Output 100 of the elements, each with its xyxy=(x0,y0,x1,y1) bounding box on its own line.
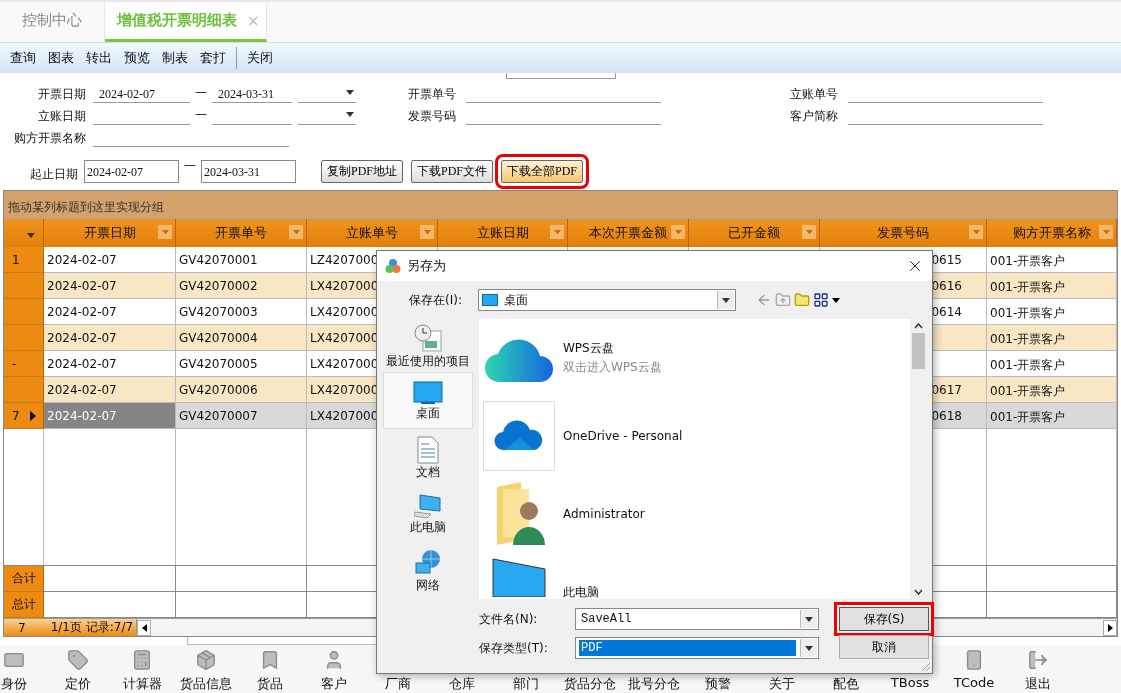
caret-icon xyxy=(292,229,300,235)
date-field[interactable]: 2024-02-07 xyxy=(84,160,179,183)
filter-button[interactable] xyxy=(671,225,685,239)
table-cell: GV42070005 xyxy=(176,351,307,377)
dock-item[interactable]: 货品信息 xyxy=(174,645,238,693)
caret-icon xyxy=(805,616,813,622)
splitter-handle[interactable] xyxy=(506,73,616,79)
up-folder-icon[interactable] xyxy=(775,292,791,308)
filter-button[interactable] xyxy=(420,225,434,239)
table-cell: 2024-02-07 xyxy=(44,247,176,273)
column-header[interactable]: 立账日期 xyxy=(438,219,568,247)
dock-item[interactable]: TCode xyxy=(942,645,1006,693)
action-button[interactable]: 复制PDF地址 xyxy=(321,160,403,183)
row-indicator[interactable] xyxy=(4,273,44,299)
date-field[interactable]: 2024-02-07 xyxy=(93,83,190,103)
header-cell[interactable] xyxy=(4,219,44,247)
group-by-hint: 拖动某列标题到这里实现分组 xyxy=(4,191,1117,219)
filter-button[interactable] xyxy=(158,225,172,239)
place-item[interactable]: 网络 xyxy=(383,542,473,599)
toolbar-item[interactable]: 关闭 xyxy=(241,49,279,67)
date-field[interactable]: 2024-03-31 xyxy=(201,160,296,183)
row-indicator[interactable] xyxy=(4,299,44,325)
table-cell: 001-开票客户 xyxy=(987,299,1117,325)
toolbar-item[interactable]: 查询 xyxy=(4,49,42,67)
file-item[interactable]: 此电脑 xyxy=(483,557,906,599)
action-button[interactable]: 下载PDF文件 xyxy=(411,160,494,183)
dock-item[interactable]: 货品 xyxy=(238,645,302,693)
table-cell: 2024-02-07 xyxy=(44,325,176,351)
caret-icon xyxy=(161,229,169,235)
caret-icon xyxy=(805,229,813,235)
monitor-icon xyxy=(482,294,498,306)
dock-item[interactable]: 计算器 xyxy=(110,645,174,693)
row-indicator[interactable]: - xyxy=(4,351,44,377)
cloud-icon xyxy=(494,420,544,452)
right-triangle-icon xyxy=(1107,623,1113,632)
file-type-dropdown[interactable]: PDF xyxy=(575,637,819,659)
table-cell: GV42070004 xyxy=(176,325,307,351)
date-field[interactable]: 2024-03-31 xyxy=(212,83,292,103)
current-row-icon xyxy=(29,410,36,421)
toolbar-item[interactable]: 转出 xyxy=(80,49,118,67)
toolbar-item[interactable]: 图表 xyxy=(42,49,80,67)
field-label: 客户简称 xyxy=(789,108,838,125)
view-menu-icon[interactable] xyxy=(813,292,829,308)
toolbar-item[interactable]: 套打 xyxy=(194,49,232,67)
filter-button[interactable] xyxy=(969,225,983,239)
column-header[interactable]: 开票单号 xyxy=(176,219,307,247)
scroll-left-button[interactable] xyxy=(137,619,151,636)
table-cell: 001-开票客户 xyxy=(987,351,1117,377)
filter-button[interactable] xyxy=(802,225,816,239)
toolbar-item[interactable]: 预览 xyxy=(118,49,156,67)
table-cell: 2024-02-07 xyxy=(44,351,176,377)
row-indicator[interactable] xyxy=(4,377,44,403)
place-item[interactable]: 此电脑 xyxy=(383,485,473,543)
file-item[interactable]: Administrator xyxy=(483,479,906,549)
row-indicator[interactable] xyxy=(4,325,44,351)
table-cell: GV42070002 xyxy=(176,273,307,299)
total-label: 总计 xyxy=(4,592,44,618)
chevron-down-icon xyxy=(914,589,923,595)
row-number: 1 xyxy=(12,252,20,267)
dialog-button[interactable]: 取消 xyxy=(839,635,929,659)
column-header[interactable]: 购方开票名称 xyxy=(987,219,1117,247)
caret-icon xyxy=(972,229,980,235)
caret-icon xyxy=(553,229,561,235)
tag-icon xyxy=(67,649,89,671)
column-header[interactable]: 发票号码 xyxy=(820,219,987,247)
field-label: 立账日期 xyxy=(37,108,87,125)
filter-button[interactable] xyxy=(550,225,564,239)
row-indicator[interactable]: 1 xyxy=(4,247,44,273)
caret-icon xyxy=(722,297,730,303)
scroll-right-button[interactable] xyxy=(1103,619,1117,636)
dock-item[interactable]: 定价 xyxy=(46,645,110,693)
column-header[interactable]: 已开金额 xyxy=(689,219,820,247)
dock-item[interactable]: 客户 xyxy=(302,645,366,693)
field-label: 立账单号 xyxy=(789,86,838,103)
column-header[interactable]: 开票日期 xyxy=(44,219,176,247)
location-dropdown[interactable]: 桌面 xyxy=(478,289,736,311)
table-cell: 001-开票客户 xyxy=(987,247,1117,273)
file-name-field[interactable]: SaveAll xyxy=(575,608,819,630)
filter-button[interactable] xyxy=(1099,225,1113,239)
table-cell: 001-开票客户 xyxy=(987,325,1117,351)
field-label: 文件名(N): xyxy=(479,610,539,628)
table-cell: GV42070006 xyxy=(176,377,307,403)
scrollbar-thumb[interactable] xyxy=(912,333,925,369)
dock-item[interactable]: 退出 xyxy=(1006,645,1070,693)
table-cell: 2024-02-07 xyxy=(44,377,176,403)
separator-text: — xyxy=(194,107,208,121)
dock-item[interactable]: 身份 xyxy=(0,645,46,693)
place-item[interactable]: 桌面 xyxy=(383,372,473,429)
filter-button[interactable] xyxy=(289,225,303,239)
row-number: - xyxy=(12,356,17,371)
table-cell: 001-开票客户 xyxy=(987,403,1117,429)
column-header[interactable]: 立账单号 xyxy=(307,219,438,247)
row-indicator[interactable]: 7 xyxy=(4,403,44,429)
caret-icon xyxy=(805,645,813,651)
separator-text: — xyxy=(183,158,197,172)
place-item[interactable]: 文档 xyxy=(383,428,473,486)
toolbar-item[interactable]: 制表 xyxy=(156,49,194,67)
chevron-up-icon xyxy=(914,323,923,329)
column-header[interactable]: 本次开票金额 xyxy=(568,219,689,247)
resize-grip-icon[interactable] xyxy=(919,660,931,672)
